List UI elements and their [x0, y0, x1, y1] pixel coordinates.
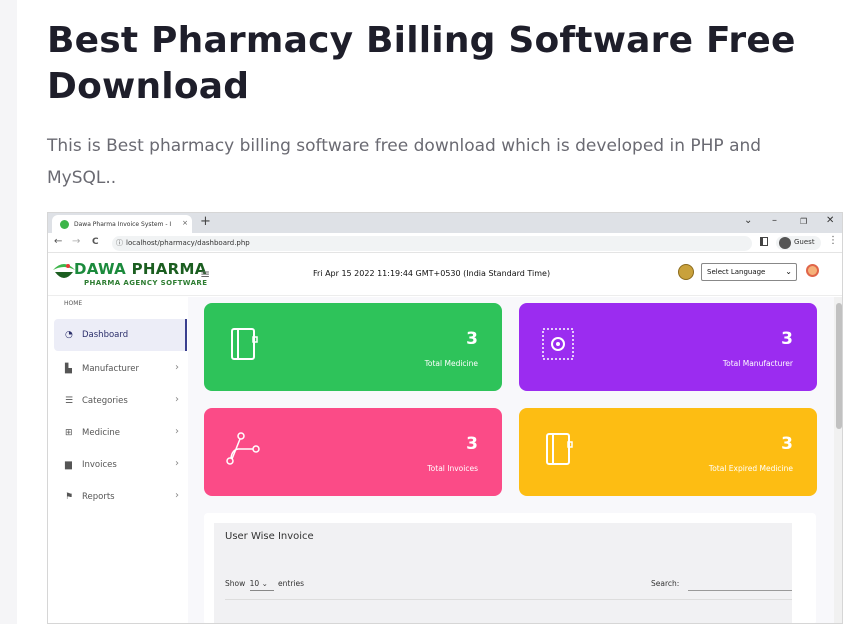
card-value: 3 [781, 329, 793, 349]
browser-tab[interactable]: Dawa Pharma Invoice System - I × [52, 215, 192, 233]
notebook-icon [546, 433, 573, 465]
sidebar-item-reports[interactable]: ⚑ Reports › [54, 481, 187, 513]
emblem-icon [678, 264, 694, 280]
browser-tabbar: Dawa Pharma Invoice System - I × + ⌄ – ❐… [48, 213, 842, 233]
search-label: Search: [651, 579, 680, 588]
logo-title: DAWA PHARMA [74, 260, 207, 278]
pharma-favicon-icon [60, 220, 69, 229]
factory-icon: ▙ [65, 364, 72, 374]
browser-navbar: ← → C ⓘ localhost/pharmacy/dashboard.php… [48, 233, 842, 253]
sidebar-item-medicine[interactable]: ⊞ Medicine › [54, 417, 187, 449]
tab-search-icon[interactable]: ⌄ [744, 215, 752, 226]
address-bar[interactable]: ⓘ localhost/pharmacy/dashboard.php [112, 236, 752, 251]
url-text: localhost/pharmacy/dashboard.php [126, 239, 250, 247]
window-close-icon[interactable]: ✕ [826, 215, 834, 226]
entries-select[interactable]: 10 ⌄ [249, 579, 274, 591]
profile-avatar-icon [779, 237, 791, 249]
flag-icon: ⚑ [65, 492, 74, 502]
app-header: DAWA PHARMA PHARMA AGENCY SOFTWARE ≡ Fri… [48, 254, 842, 296]
new-tab-icon[interactable]: + [200, 214, 211, 229]
page-scrollbar[interactable] [834, 297, 842, 623]
language-select[interactable]: Select Language ⌄ [701, 263, 797, 281]
notebook-icon [231, 328, 258, 360]
forward-icon[interactable]: → [72, 236, 80, 247]
chevron-right-icon: › [175, 426, 179, 437]
card-total-expired-medicine[interactable]: 3 Total Expired Medicine [519, 408, 817, 496]
info-icon: ⓘ [116, 239, 123, 247]
card-value: 3 [781, 434, 793, 454]
sidepanel-icon[interactable] [760, 237, 768, 246]
chevron-right-icon: › [175, 458, 179, 469]
sidebar-item-categories[interactable]: ☰ Categories › [54, 385, 187, 417]
profile-label: Guest [794, 238, 815, 246]
list-icon: ☰ [65, 396, 74, 406]
sidebar-item-invoices[interactable]: ▆ Invoices › [54, 449, 187, 481]
card-label: Total Invoices [427, 464, 478, 473]
tab-title: Dawa Pharma Invoice System - I [74, 221, 172, 228]
dashboard-content: 3 Total Medicine 3 Total Manufacturer 3 … [188, 297, 834, 623]
card-total-manufacturer[interactable]: 3 Total Manufacturer [519, 303, 817, 391]
scrollbar-thumb[interactable] [836, 303, 842, 429]
logo-subtitle: PHARMA AGENCY SOFTWARE [84, 279, 208, 287]
chevron-right-icon: › [175, 490, 179, 501]
sidebar-item-dashboard[interactable]: ◔ Dashboard [54, 319, 187, 351]
article-title: Best Pharmacy Billing Software Free Down… [47, 20, 796, 107]
user-avatar[interactable] [806, 264, 819, 277]
panel-body: User Wise Invoice Show 10 ⌄ entries Sear… [214, 523, 792, 623]
panel-title: User Wise Invoice [225, 531, 314, 542]
user-wise-invoice-panel: User Wise Invoice Show 10 ⌄ entries Sear… [204, 513, 816, 623]
medkit-icon: ⊞ [65, 428, 73, 438]
minimize-icon[interactable]: – [772, 215, 777, 226]
card-value: 3 [466, 329, 478, 349]
card-total-medicine[interactable]: 3 Total Medicine [204, 303, 502, 391]
home-label: HOME [64, 300, 83, 307]
card-label: Total Manufacturer [722, 359, 793, 368]
card-label: Total Expired Medicine [708, 464, 793, 473]
vector-path-icon [226, 432, 260, 465]
tab-close-icon[interactable]: × [182, 219, 188, 227]
menu-toggle-icon[interactable]: ≡ [200, 267, 210, 281]
profile-button[interactable]: Guest [776, 236, 821, 250]
chevron-down-icon: ⌄ [785, 267, 792, 276]
reload-icon[interactable]: C [92, 237, 99, 247]
card-value: 3 [466, 434, 478, 454]
chevron-right-icon: › [175, 394, 179, 405]
article-description: This is Best pharmacy billing software f… [47, 136, 762, 188]
back-icon[interactable]: ← [54, 236, 62, 247]
sidebar: HOME ◔ Dashboard ▙ Manufacturer › ☰ Cate… [48, 297, 188, 623]
card-total-invoices[interactable]: 3 Total Invoices [204, 408, 502, 496]
article-page: Best Pharmacy Billing Software Free Down… [17, 0, 850, 624]
search-input[interactable] [688, 590, 792, 591]
current-datetime: Fri Apr 15 2022 11:19:44 GMT+0530 (India… [313, 269, 551, 278]
restore-icon[interactable]: ❐ [800, 217, 807, 226]
chevron-right-icon: › [175, 362, 179, 373]
card-label: Total Medicine [424, 359, 478, 368]
browser-menu-icon[interactable]: ⋮ [828, 235, 838, 246]
browser-screenshot: Dawa Pharma Invoice System - I × + ⌄ – ❐… [47, 212, 843, 624]
dashboard-icon: ◔ [65, 330, 73, 340]
gear-icon [542, 328, 574, 360]
table-header [225, 599, 792, 623]
show-entries: Show 10 ⌄ entries [225, 579, 304, 591]
sidebar-item-manufacturer[interactable]: ▙ Manufacturer › [54, 353, 187, 385]
file-icon: ▆ [65, 460, 72, 470]
